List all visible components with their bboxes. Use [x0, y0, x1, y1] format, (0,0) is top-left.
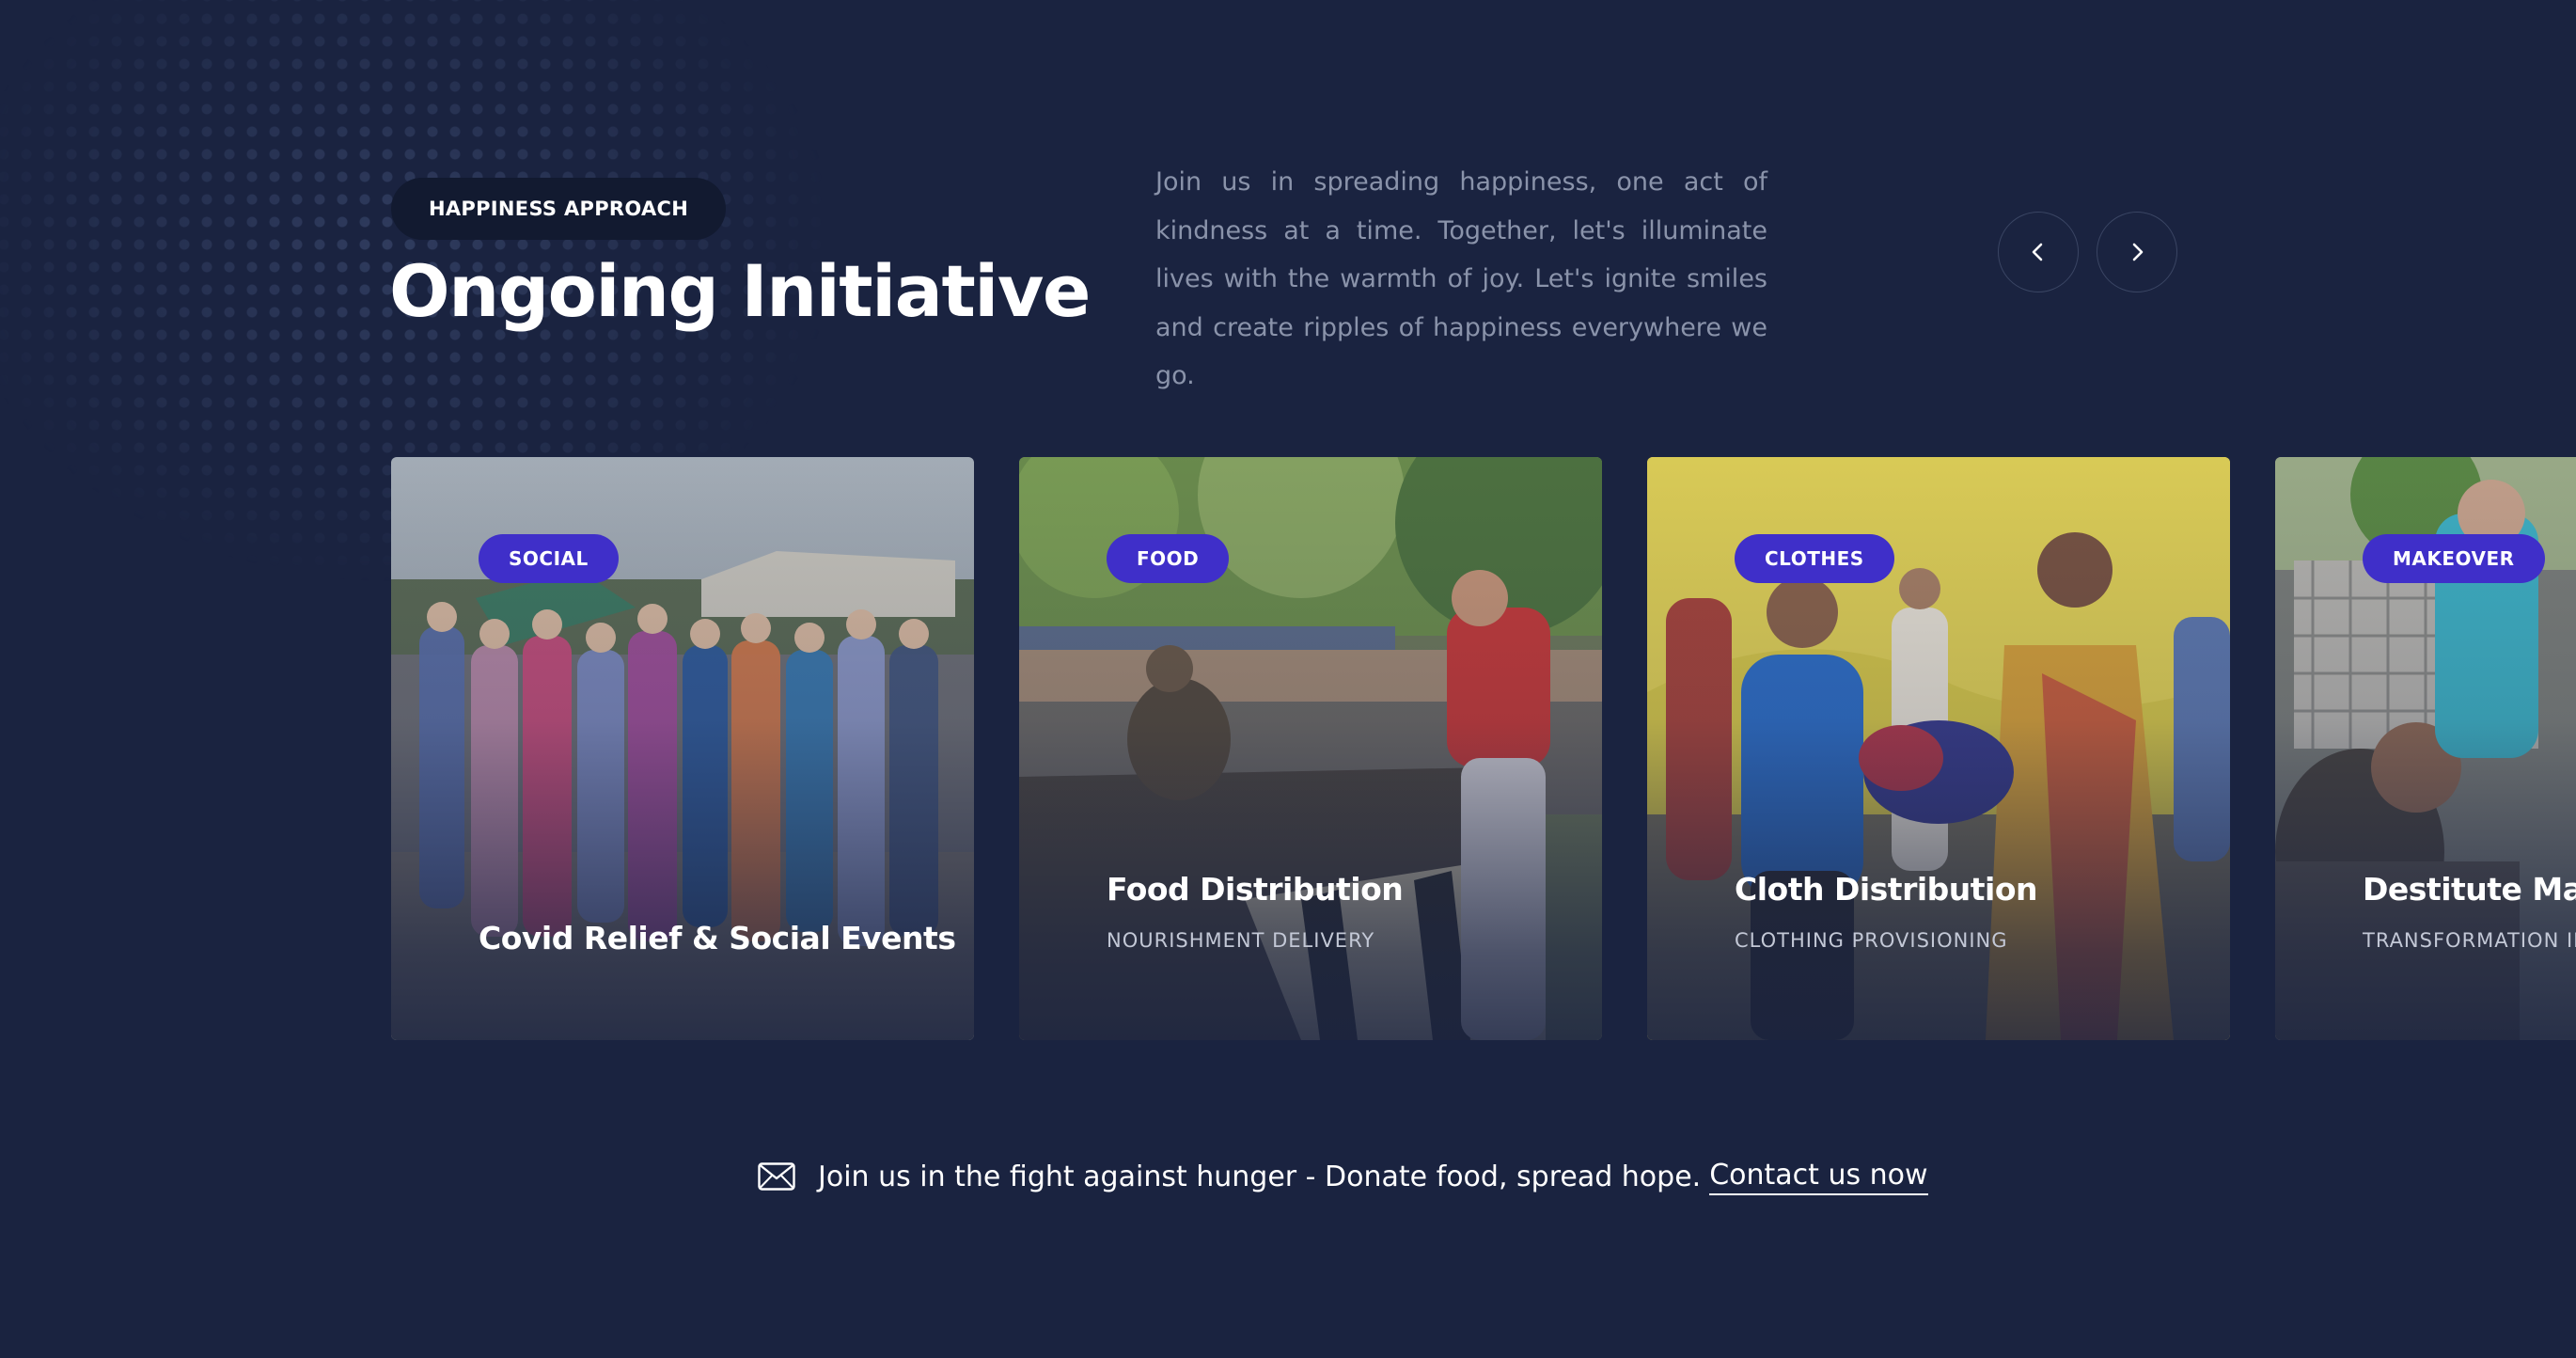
card-overlay: [1647, 457, 2230, 1040]
card-tag: SOCIAL: [479, 534, 619, 583]
card-title: Food Distribution: [1107, 871, 1404, 908]
card-tag: FOOD: [1107, 534, 1230, 583]
initiative-card-social[interactable]: SOCIAL Covid Relief & Social Events: [391, 457, 974, 1040]
card-subtitle: CLOTHING PROVISIONING: [1735, 929, 2008, 952]
card-tag: CLOTHES: [1735, 534, 1894, 583]
chevron-right-icon: [2132, 243, 2144, 261]
card-title: Cloth Distribution: [1735, 871, 2038, 908]
initiatives-section: HAPPINESS APPROACH Ongoing Initiative Jo…: [0, 0, 2576, 1358]
card-subtitle: NOURISHMENT DELIVERY: [1107, 929, 1375, 952]
initiative-card-food[interactable]: FOOD Food Distribution NOURISHMENT DELIV…: [1019, 457, 1602, 1040]
carousel-prev-button[interactable]: [1998, 212, 2079, 292]
card-overlay: [1019, 457, 1602, 1040]
cta-text: Join us in the fight against hunger - Do…: [818, 1160, 1702, 1193]
carousel-next-button[interactable]: [2097, 212, 2177, 292]
mail-icon: [758, 1162, 795, 1191]
initiative-card-makeover[interactable]: MAKEOVER Destitute Makeover TRANSFORMATI…: [2275, 457, 2576, 1040]
card-title: Covid Relief & Social Events: [479, 920, 956, 956]
card-title: Destitute Makeover: [2363, 871, 2576, 908]
donate-cta: Join us in the fight against hunger - Do…: [758, 1156, 1928, 1197]
card-subtitle: TRANSFORMATION INITIATIVE: [2363, 929, 2576, 952]
card-tag: MAKEOVER: [2363, 534, 2545, 583]
section-title: Ongoing Initiative: [389, 249, 1091, 333]
initiative-card-clothes[interactable]: CLOTHES Cloth Distribution CLOTHING PROV…: [1647, 457, 2230, 1040]
section-eyebrow: HAPPINESS APPROACH: [391, 178, 727, 240]
section-intro: Join us in spreading happiness, one act …: [1155, 167, 1767, 390]
contact-us-link[interactable]: Contact us now: [1709, 1159, 1928, 1195]
chevron-left-icon: [2032, 243, 2043, 261]
